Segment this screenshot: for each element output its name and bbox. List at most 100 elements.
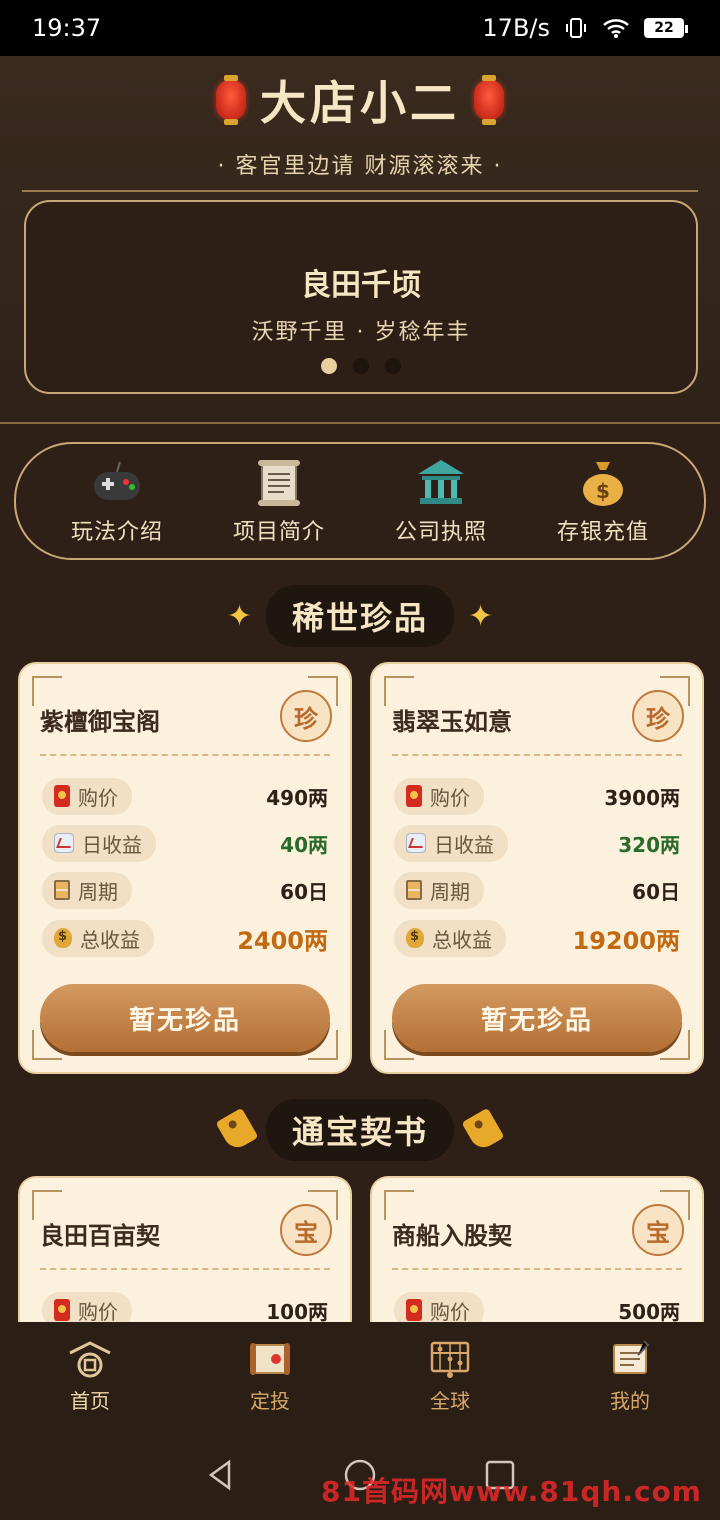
lantern-icon: [216, 75, 246, 125]
banner-title: 良田千顷: [301, 268, 421, 303]
quick-nav-label: 项目简介: [232, 520, 325, 545]
total-value: 19200两: [572, 926, 681, 955]
price-value: 500两: [618, 1299, 680, 1324]
quick-nav-label: 公司执照: [394, 520, 487, 545]
product-card: 翡翠玉如意 珍 购价 3900两 日收益 320两 周期 60日 总收益 192…: [370, 662, 704, 1074]
quick-nav-gameplay[interactable]: 玩法介绍: [42, 456, 192, 546]
lantern-icon: [474, 75, 504, 125]
app-title: 大店小二: [260, 76, 460, 130]
section-heading: 通宝契书: [265, 1099, 454, 1161]
red-envelope-icon: [54, 1299, 70, 1321]
quick-nav-label: 存银充值: [556, 520, 649, 545]
chart-icon: [54, 833, 74, 853]
carousel-dot[interactable]: [321, 358, 337, 374]
price-label: 购价: [394, 777, 484, 815]
watermark: 81首码网www.81qh.com: [320, 1475, 702, 1508]
tab-invest[interactable]: 定投: [180, 1339, 360, 1414]
card-badge: 珍: [280, 690, 332, 742]
network-speed: 17B/s: [482, 14, 550, 42]
status-time: 19:37: [32, 14, 102, 42]
total-row: 总收益 2400两: [42, 919, 328, 957]
tab-home[interactable]: 首页: [0, 1339, 180, 1414]
total-row: 总收益 19200两: [394, 919, 681, 957]
period-value: 60日: [632, 879, 680, 904]
price-label-text: 购价: [430, 785, 470, 810]
period-value: 60日: [280, 879, 328, 904]
price-row: 购价 490两: [42, 777, 328, 815]
vibrate-icon: [566, 18, 586, 38]
card-name: 商船入股契: [392, 1222, 512, 1250]
quick-nav-project[interactable]: 项目简介: [204, 456, 354, 546]
red-envelope-icon: [406, 1299, 422, 1321]
tab-mine[interactable]: 我的: [540, 1339, 720, 1414]
tab-label: 我的: [610, 1388, 650, 1413]
quick-nav-license[interactable]: 公司执照: [366, 456, 516, 546]
card-divider: [392, 1268, 682, 1270]
daily-value: 40两: [280, 832, 328, 857]
card-divider: [392, 754, 682, 756]
daily-label: 日收益: [394, 824, 508, 862]
carousel-dot[interactable]: [385, 358, 401, 374]
daily-value: 320两: [618, 832, 680, 857]
card-name: 良田百亩契: [40, 1222, 160, 1250]
daily-row: 日收益 40两: [42, 824, 328, 862]
price-label: 购价: [42, 777, 132, 815]
battery-icon: 22: [644, 18, 688, 38]
banner-carousel[interactable]: 良田千顷 沃野千里 · 岁稔年丰: [24, 200, 698, 394]
sparkle-icon: ✦: [468, 598, 494, 634]
red-envelope-icon: [406, 785, 422, 807]
sparkle-icon: ✦: [226, 598, 252, 634]
buy-button[interactable]: 暂无珍品: [392, 984, 682, 1052]
red-envelope-icon: [54, 785, 70, 807]
chart-icon: [406, 833, 426, 853]
card-name: 翡翠玉如意: [392, 708, 512, 736]
title-row: 大店小二: [0, 70, 720, 130]
total-value: 2400两: [237, 926, 328, 955]
abacus-icon: [430, 1341, 470, 1378]
card-name: 紫檀御宝阁: [40, 708, 160, 736]
tab-label: 首页: [70, 1388, 110, 1413]
carousel-dot[interactable]: [353, 358, 369, 374]
price-value: 3900两: [604, 785, 680, 810]
status-right: 17B/s 22: [482, 14, 688, 42]
card-badge: 珍: [632, 690, 684, 742]
money-bag-icon: [54, 928, 72, 948]
tab-label: 定投: [250, 1388, 290, 1413]
total-label-text: 总收益: [80, 927, 140, 952]
bank-icon: [418, 460, 464, 504]
hourglass-icon: [406, 880, 422, 900]
price-value: 490两: [266, 785, 328, 810]
money-bag-icon: $: [583, 462, 623, 506]
total-label: 总收益: [394, 919, 506, 957]
section-heading: 稀世珍品: [265, 585, 454, 647]
period-row: 周期 60日: [42, 871, 328, 909]
tab-label: 全球: [430, 1388, 470, 1413]
period-label-text: 周期: [78, 879, 118, 904]
price-label-text: 购价: [78, 785, 118, 810]
header-subtitle: · 客官里边请 财源滚滚来 ·: [217, 154, 503, 179]
svg-text:$: $: [596, 479, 610, 503]
banner-subtitle: 沃野千里 · 岁稔年丰: [251, 320, 471, 345]
tab-global[interactable]: 全球: [360, 1339, 540, 1414]
section-title-contracts: 通宝契书: [0, 1099, 720, 1161]
home-icon: [69, 1340, 111, 1377]
total-label-text: 总收益: [432, 927, 492, 952]
buy-button[interactable]: 暂无珍品: [40, 984, 330, 1052]
card-badge: 宝: [280, 1204, 332, 1256]
header: 大店小二 · 客官里边请 财源滚滚来 · 良田千顷 沃野千里 · 岁稔年丰: [0, 56, 720, 424]
card-badge: 宝: [632, 1204, 684, 1256]
period-row: 周期 60日: [394, 871, 680, 909]
quick-nav: 玩法介绍 项目简介 公司执照 $ 存银充值: [14, 442, 706, 560]
notebook-icon: [613, 1339, 650, 1374]
wifi-icon: [603, 19, 629, 38]
quick-nav-recharge[interactable]: $ 存银充值: [528, 456, 678, 546]
card-divider: [40, 754, 330, 756]
back-icon[interactable]: [203, 1458, 237, 1492]
daily-row: 日收益 320两: [394, 824, 680, 862]
price-label-text: 购价: [78, 1299, 118, 1324]
scroll-icon: [258, 460, 300, 506]
daily-label-text: 日收益: [434, 832, 494, 857]
daily-label-text: 日收益: [82, 832, 142, 857]
title-divider: [22, 190, 698, 192]
price-label-text: 购价: [430, 1299, 470, 1324]
